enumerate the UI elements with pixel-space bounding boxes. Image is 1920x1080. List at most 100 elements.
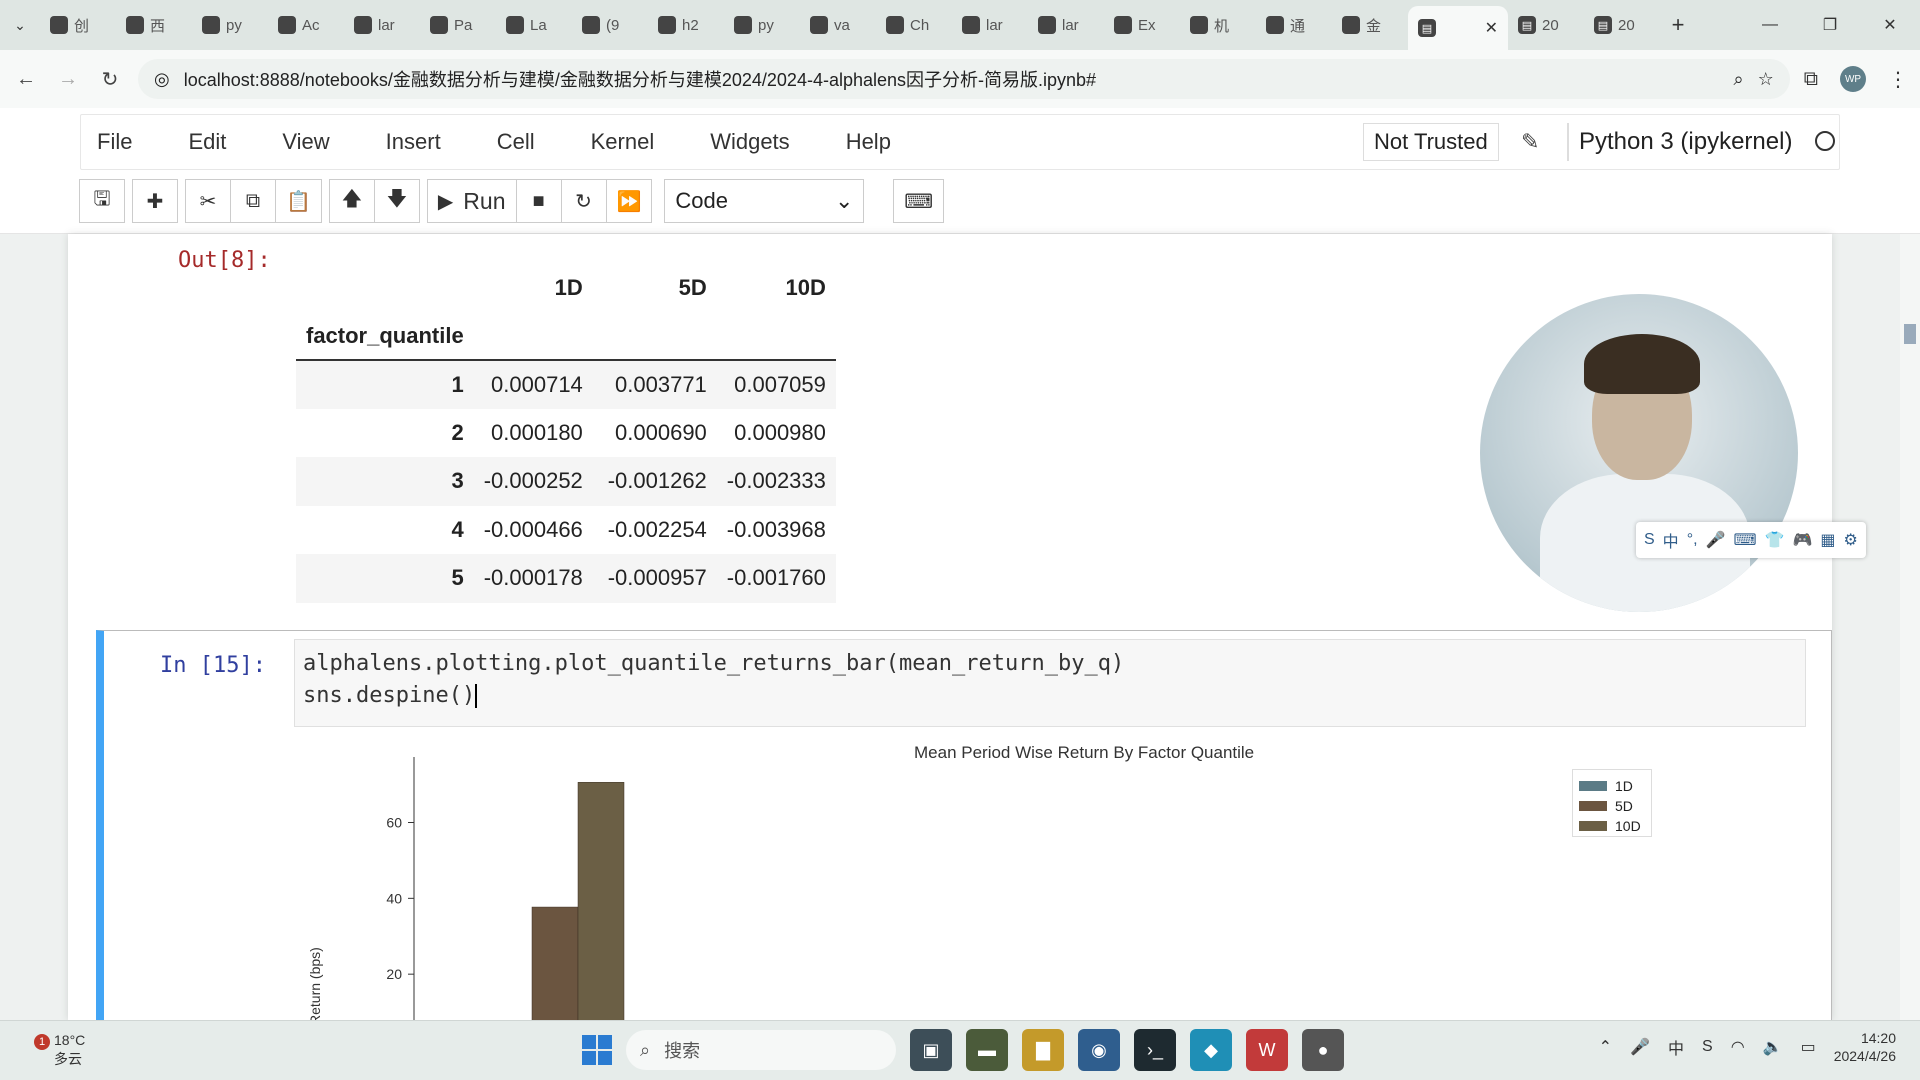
scrollbar-thumb[interactable] (1904, 324, 1916, 344)
move-up-button[interactable]: 🡅 (328, 179, 375, 223)
menu-file[interactable]: File (97, 129, 132, 155)
menu-widgets[interactable]: Widgets (710, 129, 789, 155)
browser-tab[interactable]: Ch (876, 7, 952, 43)
reload-icon[interactable]: ↻ (96, 67, 124, 92)
microphone-icon[interactable]: 🎤 (1630, 1037, 1650, 1057)
menu-kernel[interactable]: Kernel (591, 129, 655, 155)
browser-tab[interactable]: 通 (1256, 7, 1332, 43)
page-scrollbar[interactable] (1900, 234, 1920, 1020)
extensions-icon[interactable]: ⧉ (1804, 68, 1818, 91)
ime-button[interactable]: °, (1687, 531, 1698, 549)
browser-tab[interactable]: lar (1028, 7, 1104, 43)
recorder-app-icon[interactable]: ● (1302, 1029, 1344, 1071)
browser-tab[interactable]: La (496, 7, 572, 43)
browser-tab[interactable]: Pa (420, 7, 496, 43)
pencil-icon[interactable]: ✎ (1521, 129, 1539, 155)
task-view-icon[interactable]: ▣ (910, 1029, 952, 1071)
trusted-status-button[interactable]: Not Trusted (1363, 123, 1499, 161)
browser-tab[interactable]: py (724, 7, 800, 43)
file-explorer-icon[interactable]: ▇ (1022, 1029, 1064, 1071)
url-field[interactable]: ◎ localhost:8888/notebooks/金融数据分析与建模/金融数… (138, 59, 1790, 99)
chevron-up-icon[interactable]: ⌃ (1599, 1037, 1612, 1057)
ime-button[interactable]: S (1644, 531, 1655, 549)
ime-button[interactable]: ⌨ (1733, 530, 1756, 550)
ime-button[interactable]: 🎮 (1792, 530, 1812, 550)
code-editor-app-icon[interactable]: ◆ (1190, 1029, 1232, 1071)
browser-tab[interactable]: lar (952, 7, 1028, 43)
chrome-browser-icon[interactable]: ◉ (1078, 1029, 1120, 1071)
media-app-icon[interactable]: ▬ (966, 1029, 1008, 1071)
browser-tab[interactable]: py (192, 7, 268, 43)
save-button[interactable]: 🖫 (79, 179, 125, 223)
ime-button[interactable]: 👕 (1765, 530, 1785, 550)
browser-tab[interactable]: h2 (648, 7, 724, 43)
restore-button[interactable]: ❐ (1800, 0, 1860, 50)
volume-icon[interactable]: 🔈 (1763, 1037, 1783, 1057)
legend-entry: 10D (1579, 816, 1645, 836)
sogou-icon[interactable]: S (1702, 1038, 1713, 1056)
browser-tab[interactable]: 西 (116, 7, 192, 43)
back-arrow-icon[interactable]: ← (12, 68, 40, 91)
taskbar-search[interactable]: ⌕ 搜索 (626, 1030, 896, 1070)
browser-tab[interactable]: Ex (1104, 7, 1180, 43)
restart-run-all-button[interactable]: ⏩ (605, 179, 653, 223)
browser-tab[interactable]: 机 (1180, 7, 1256, 43)
window-controls: — ❐ ✕ (1740, 0, 1920, 50)
restart-button[interactable]: ↻ (560, 179, 607, 223)
wifi-icon[interactable]: ◠ (1731, 1037, 1745, 1057)
move-down-button[interactable]: 🡇 (373, 179, 420, 223)
browser-tab[interactable]: 金 (1332, 7, 1408, 43)
browser-menu-icon[interactable]: ⋮ (1888, 67, 1908, 92)
new-tab-button[interactable]: + (1660, 12, 1696, 38)
browser-tab[interactable]: 创 (40, 7, 116, 43)
insert-cell-button[interactable]: ✚ (132, 179, 178, 223)
bookmark-star-icon[interactable]: ☆ (1758, 69, 1774, 90)
menu-insert[interactable]: Insert (386, 129, 441, 155)
interrupt-button[interactable]: ■ (515, 179, 562, 223)
copy-button[interactable]: ⧉ (230, 179, 276, 223)
browser-tab[interactable]: Ac (268, 7, 344, 43)
tab-trailing-2[interactable]: ▤ 20 (1584, 7, 1660, 43)
run-button[interactable]: ▶ Run (426, 179, 517, 223)
tab-active[interactable]: ▤ ✕ (1408, 6, 1508, 50)
weather-widget[interactable]: 1 18°C 多云 (34, 1031, 85, 1068)
battery-icon[interactable]: ▭ (1801, 1037, 1816, 1057)
code-cell-selected[interactable]: In [15]: alphalens.plotting.plot_quantil… (96, 630, 1832, 1020)
input-method-icon[interactable]: 中 (1668, 1035, 1684, 1059)
browser-tab[interactable]: lar (344, 7, 420, 43)
profile-avatar[interactable]: WP (1840, 66, 1866, 92)
tab-label: h2 (682, 16, 699, 34)
url-text[interactable]: localhost:8888/notebooks/金融数据分析与建模/金融数据分… (184, 66, 1720, 92)
table-cell: -0.001760 (726, 565, 826, 591)
menu-view[interactable]: View (282, 129, 329, 155)
site-info-icon[interactable]: ◎ (154, 69, 170, 90)
code-editor[interactable]: alphalens.plotting.plot_quantile_returns… (294, 639, 1806, 727)
clock-date: 2024/4/26 (1833, 1048, 1896, 1064)
ime-button[interactable]: ▦ (1820, 530, 1835, 550)
menu-help[interactable]: Help (846, 129, 891, 155)
forward-arrow-icon[interactable]: → (54, 68, 82, 91)
cut-button[interactable]: ✂ (185, 179, 231, 223)
minimize-button[interactable]: — (1740, 0, 1800, 50)
zoom-icon[interactable]: ⌕ (1733, 69, 1743, 90)
row-index: 5 (451, 565, 464, 591)
ime-button[interactable]: ⚙ (1844, 530, 1858, 550)
tab-trailing-1[interactable]: ▤ 20 (1508, 7, 1584, 43)
windows-start-icon[interactable] (582, 1035, 612, 1065)
menu-cell[interactable]: Cell (497, 129, 535, 155)
clock[interactable]: 14:20 2024/4/26 (1834, 1029, 1896, 1065)
command-palette-button[interactable]: ⌨ (893, 179, 945, 223)
tab-label: py (758, 16, 774, 34)
browser-tab[interactable]: va (800, 7, 876, 43)
cell-type-select[interactable]: Code ⌄ (664, 179, 865, 223)
tab-search-dropdown[interactable]: ⌄ (0, 0, 40, 50)
paste-button[interactable]: 📋 (275, 179, 322, 223)
tab-close-icon[interactable]: ✕ (1485, 18, 1498, 38)
wps-office-icon[interactable]: W (1246, 1029, 1288, 1071)
ime-button[interactable]: 中 (1663, 528, 1679, 552)
menu-edit[interactable]: Edit (188, 129, 226, 155)
browser-tab[interactable]: (9 (572, 7, 648, 43)
close-window-button[interactable]: ✕ (1860, 0, 1920, 50)
ime-button[interactable]: 🎤 (1706, 530, 1726, 550)
terminal-icon[interactable]: ›_ (1134, 1029, 1176, 1071)
